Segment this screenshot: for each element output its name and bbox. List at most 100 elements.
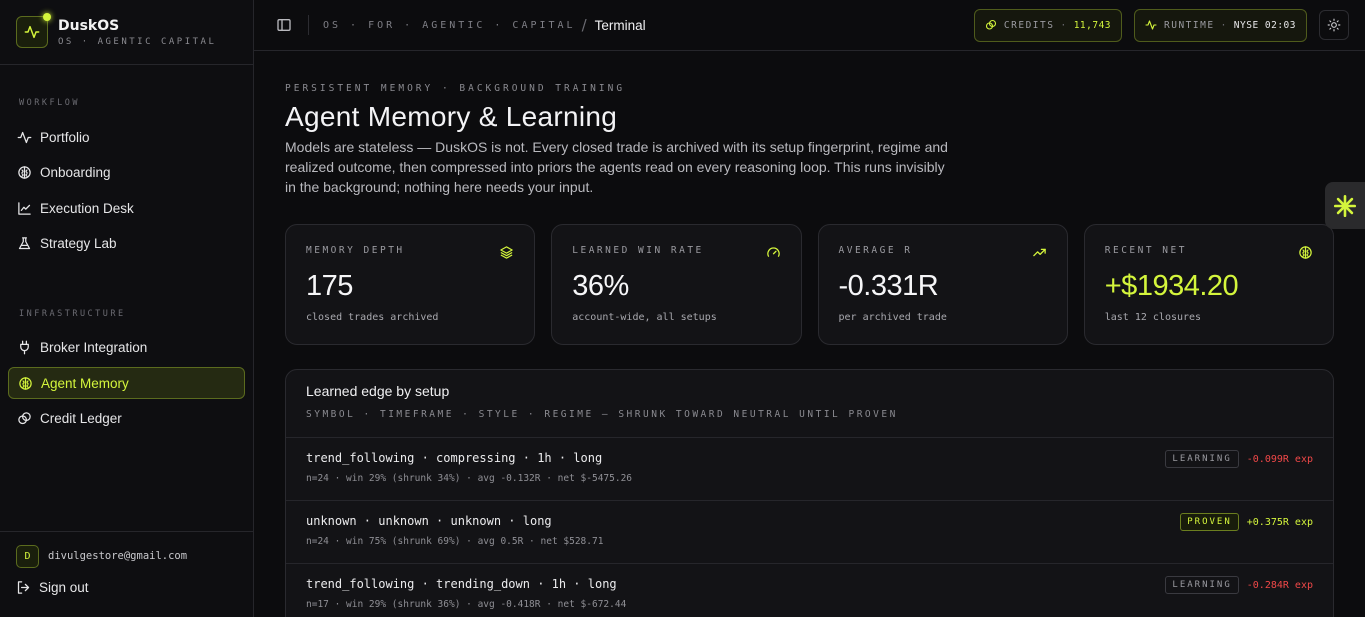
log-out-icon: [17, 581, 30, 594]
stat-label: RECENT NET: [1104, 245, 1187, 256]
brain-icon: [19, 376, 32, 390]
setup-meta: n=24 · win 29% (shrunk 34%) · avg -0.132…: [306, 473, 633, 484]
page-breadcrumb-current: Terminal: [594, 17, 646, 33]
sidebar-item-credit-ledger[interactable]: Credit Ledger: [8, 403, 245, 435]
stat-value: 175: [306, 270, 353, 302]
stat-value: +$1934.20: [1104, 270, 1239, 302]
runtime-value: NYSE 02:03: [1233, 19, 1296, 31]
stat-card-recent-net: RECENT NET +$1934.20 last 12 closures: [1083, 224, 1334, 345]
stat-label: AVERAGE R: [838, 245, 913, 256]
sidebar-item-label: Agent Memory: [41, 375, 129, 391]
breadcrumb-separator: /: [581, 16, 587, 34]
stat-value: -0.331R: [838, 270, 939, 302]
page-title: Agent Memory & Learning: [285, 101, 618, 132]
panel-subtitle: SYMBOL · TIMEFRAME · STYLE · REGIME — SH…: [306, 409, 898, 420]
expectancy-value: -0.099R exp: [1246, 453, 1313, 465]
stat-value: 36%: [572, 270, 629, 302]
sidebar-item-execution-desk[interactable]: Execution Desk: [8, 192, 245, 224]
table-row[interactable]: trend_following · compressing · 1h · lon…: [286, 438, 1333, 501]
sidebar-item-portfolio[interactable]: Portfolio: [8, 121, 245, 153]
page-eyebrow: PERSISTENT MEMORY · BACKGROUND TRAINING: [285, 83, 626, 94]
nav-section-workflow: WORKFLOW Portfolio Onboarding Execution …: [0, 98, 253, 260]
status-badge: PROVEN: [1180, 513, 1239, 531]
sidebar-item-onboarding[interactable]: Onboarding: [8, 157, 245, 189]
stat-card-learned-win-rate: LEARNED WIN RATE 36% account-wide, all s…: [551, 224, 802, 345]
flask-icon: [18, 237, 31, 250]
runtime-pill[interactable]: RUNTIME · NYSE 02:03: [1134, 8, 1307, 42]
expectancy-value: +0.375R exp: [1246, 516, 1313, 528]
credits-value: 11,743: [1073, 19, 1112, 31]
stat-card-average-r: AVERAGE R -0.331R per archived trade: [817, 224, 1068, 345]
activity-icon: [16, 13, 51, 48]
brand-subtitle: OS · AGENTIC CAPITAL: [58, 36, 217, 47]
learned-edge-panel: Learned edge by setup SYMBOL · TIMEFRAME…: [285, 369, 1334, 617]
topbar: OS · FOR · AGENTIC · CAPITAL / Terminal …: [254, 0, 1365, 51]
breadcrumb[interactable]: OS · FOR · AGENTIC · CAPITAL: [323, 20, 576, 31]
line-chart-icon: [18, 201, 31, 215]
status-dot: [43, 13, 51, 21]
setup-title: trend_following · compressing · 1h · lon…: [306, 451, 603, 465]
table-row[interactable]: unknown · unknown · unknown · long n=24 …: [286, 501, 1333, 564]
sidebar-item-label: Credit Ledger: [40, 411, 122, 426]
user-account[interactable]: D divulgestore@gmail.com: [16, 544, 237, 568]
sign-out-button[interactable]: Sign out: [16, 580, 237, 595]
stat-subtitle: account-wide, all setups: [572, 312, 717, 323]
coins-icon: [18, 412, 31, 425]
stat-subtitle: per archived trade: [838, 312, 947, 323]
user-email: divulgestore@gmail.com: [48, 550, 188, 562]
sidebar-toggle-icon[interactable]: [276, 17, 292, 33]
separator-dot: ·: [1220, 19, 1228, 31]
sidebar: DuskOS OS · AGENTIC CAPITAL WORKFLOW Por…: [0, 0, 254, 617]
avatar: D: [16, 544, 39, 568]
divider: [308, 15, 309, 35]
coins-icon: [985, 19, 996, 30]
sidebar-item-broker-integration[interactable]: Broker Integration: [8, 332, 245, 364]
stat-label: LEARNED WIN RATE: [572, 245, 704, 256]
sidebar-item-label: Execution Desk: [40, 200, 134, 216]
sidebar-item-label: Strategy Lab: [40, 236, 117, 251]
setup-title: unknown · unknown · unknown · long: [306, 514, 552, 528]
sparkle-icon: [1333, 194, 1357, 217]
sun-icon: [1327, 18, 1341, 32]
trending-up-icon: [1033, 248, 1046, 257]
page-content: PERSISTENT MEMORY · BACKGROUND TRAINING …: [254, 51, 1365, 617]
setup-meta: n=24 · win 75% (shrunk 69%) · avg 0.5R ·…: [306, 536, 604, 547]
setup-meta: n=17 · win 29% (shrunk 36%) · avg -0.418…: [306, 599, 627, 610]
gauge-icon: [766, 247, 780, 257]
theme-toggle-button[interactable]: [1319, 10, 1349, 40]
panel-header: Learned edge by setup SYMBOL · TIMEFRAME…: [286, 370, 1333, 438]
sidebar-item-label: Portfolio: [40, 129, 90, 145]
sidebar-footer: D divulgestore@gmail.com Sign out: [0, 531, 253, 617]
sidebar-item-label: Onboarding: [40, 165, 111, 180]
sidebar-item-strategy-lab[interactable]: Strategy Lab: [8, 228, 245, 260]
assistant-launcher-button[interactable]: [1325, 182, 1365, 229]
stats-row: MEMORY DEPTH 175 closed trades archived …: [285, 224, 1334, 345]
activity-icon: [1145, 20, 1157, 30]
table-row[interactable]: trend_following · trending_down · 1h · l…: [286, 564, 1333, 617]
layers-icon: [500, 246, 513, 259]
sidebar-item-agent-memory[interactable]: Agent Memory: [8, 367, 245, 399]
nav-section-infrastructure: INFRASTRUCTURE Broker Integration Agent …: [0, 309, 253, 435]
expectancy-value: -0.284R exp: [1246, 579, 1313, 591]
plug-icon: [20, 340, 29, 355]
sign-out-label: Sign out: [39, 580, 89, 595]
app-root: DuskOS OS · AGENTIC CAPITAL WORKFLOW Por…: [0, 0, 1365, 617]
brain-icon: [1299, 246, 1312, 259]
runtime-label: RUNTIME: [1164, 19, 1215, 31]
credits-pill[interactable]: CREDITS · 11,743: [973, 8, 1123, 42]
nav-section-label: INFRASTRUCTURE: [19, 308, 126, 319]
main-area: OS · FOR · AGENTIC · CAPITAL / Terminal …: [254, 0, 1365, 617]
setup-title: trend_following · trending_down · 1h · l…: [306, 577, 617, 591]
sidebar-item-label: Broker Integration: [40, 340, 148, 355]
page-description: Models are stateless — DuskOS is not. Ev…: [285, 139, 948, 195]
status-badge: LEARNING: [1165, 450, 1239, 468]
panel-title: Learned edge by setup: [306, 383, 450, 399]
stat-subtitle: last 12 closures: [1104, 312, 1202, 323]
nav-section-label: WORKFLOW: [19, 98, 80, 108]
activity-icon: [17, 131, 32, 143]
brand-name: DuskOS: [58, 17, 120, 34]
brand[interactable]: DuskOS OS · AGENTIC CAPITAL: [0, 0, 253, 65]
brain-icon: [18, 166, 31, 179]
separator-dot: ·: [1060, 19, 1068, 31]
stat-card-memory-depth: MEMORY DEPTH 175 closed trades archived: [285, 224, 536, 345]
